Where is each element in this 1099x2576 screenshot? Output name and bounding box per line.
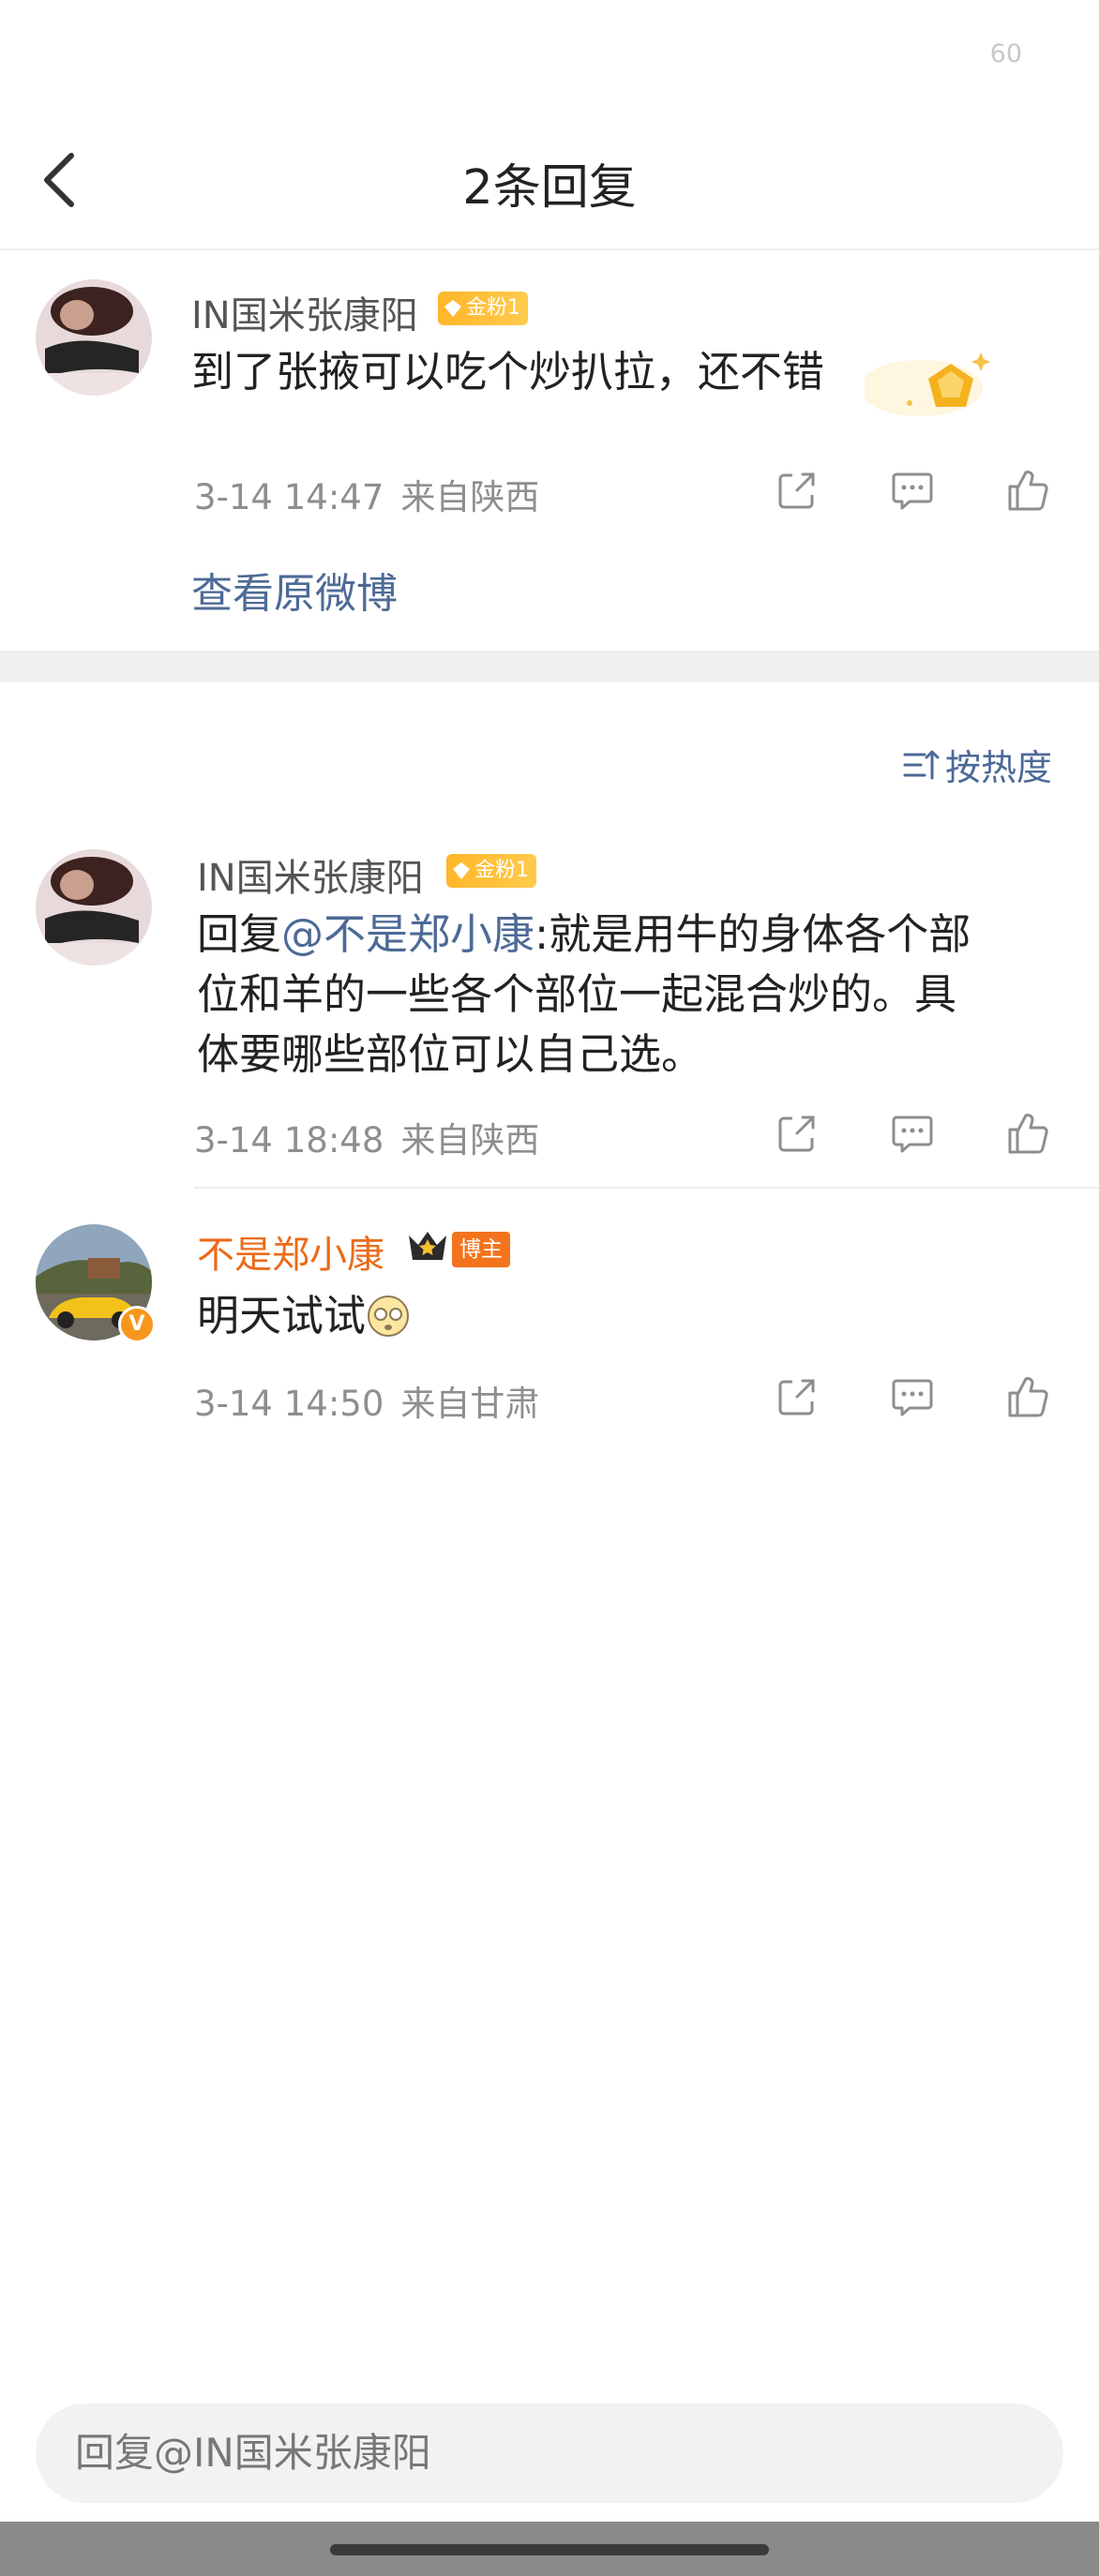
- comment-icon: [892, 1116, 933, 1153]
- reply-divider: [194, 1187, 1099, 1189]
- username[interactable]: 不是郑小康: [197, 1224, 384, 1279]
- comment-button[interactable]: [889, 1110, 936, 1157]
- share-button[interactable]: [774, 467, 820, 514]
- avatar-image: [36, 849, 152, 966]
- gem-icon: [453, 862, 470, 879]
- reply-location: 来自甘肃: [400, 1384, 540, 1424]
- sort-icon: [903, 750, 940, 779]
- home-indicator-bar: [0, 2522, 1099, 2576]
- fan-badge: 金粉1: [438, 292, 528, 325]
- username[interactable]: IN国米张康阳: [191, 285, 418, 339]
- reply-text-content: 明天试试: [197, 1291, 367, 1340]
- home-indicator[interactable]: [330, 2544, 769, 2555]
- page: 60 2条回复 IN国米张康阳 金粉1 到了张掖可以吃个炒扒拉，还不错 3-14…: [0, 0, 1099, 2576]
- thumbs-up-icon: [1008, 471, 1048, 511]
- sort-label: 按热度: [944, 747, 1052, 788]
- comment-meta: 3-14 14:47 来自陕西: [194, 469, 539, 519]
- fan-badge-label: 金粉1: [474, 859, 529, 882]
- status-number: 60: [989, 39, 1022, 68]
- share-icon: [778, 1116, 815, 1152]
- username[interactable]: IN国米张康阳: [197, 847, 424, 902]
- reply-text-line1: :就是用牛的身体各个部: [534, 909, 971, 959]
- sort-button[interactable]: 按热度: [902, 739, 1052, 790]
- gem-icon: [444, 300, 461, 317]
- crown-icon: [409, 1232, 446, 1260]
- reply-text: 明天试试: [197, 1286, 411, 1346]
- verified-badge: V: [118, 1306, 156, 1343]
- comment-icon: [892, 1379, 933, 1416]
- reply-input[interactable]: 回复@IN国米张康阳: [36, 2404, 1063, 2503]
- reply-text-line2: 位和羊的一些各个部位一起混合炒的。具: [197, 969, 957, 1019]
- comment-time: 3-14 14:47: [194, 477, 384, 517]
- comment-button[interactable]: [889, 467, 936, 514]
- yawn-emoji-icon: [368, 1295, 410, 1337]
- share-button[interactable]: [774, 1373, 820, 1420]
- share-icon: [778, 1379, 815, 1415]
- reply-text-line3: 体要哪些部位可以自己选。: [197, 1029, 704, 1079]
- comment-button[interactable]: [889, 1373, 936, 1420]
- section-divider: [0, 651, 1099, 682]
- thumbs-up-icon: [1008, 1114, 1048, 1154]
- comment-text: 到了张掖可以吃个炒扒拉，还不错: [191, 347, 825, 397]
- reply-time: 3-14 14:50: [194, 1384, 384, 1424]
- mention-link[interactable]: @不是郑小康: [281, 909, 534, 959]
- share-button[interactable]: [774, 1110, 820, 1157]
- like-button[interactable]: [1004, 1373, 1051, 1420]
- view-original-link[interactable]: 查看原微博: [191, 560, 398, 620]
- reply-location: 来自陕西: [400, 1120, 540, 1161]
- page-title: 2条回复: [462, 160, 637, 216]
- comment-location: 来自陕西: [400, 477, 540, 517]
- reply-meta: 3-14 18:48 来自陕西: [194, 1112, 539, 1162]
- avatar[interactable]: [36, 849, 152, 966]
- status-bar: 60: [0, 0, 1099, 112]
- like-button[interactable]: [1004, 1110, 1051, 1157]
- thumbs-up-icon: [1008, 1377, 1048, 1417]
- reply-text: 回复@不是郑小康:就是用牛的身体各个部 位和羊的一些各个部位一起混合炒的。具 体…: [197, 905, 1060, 1085]
- reply-time: 3-14 18:48: [194, 1120, 384, 1161]
- reply-meta: 3-14 14:50 来自甘肃: [194, 1375, 539, 1426]
- avatar[interactable]: [36, 279, 152, 396]
- fan-badge-label: 金粉1: [466, 296, 520, 320]
- reply-prefix: 回复: [197, 909, 282, 959]
- avatar-image: [36, 279, 152, 396]
- nav-bar: 2条回复: [0, 112, 1099, 250]
- sparkle-gem-icon: [865, 352, 990, 416]
- host-badge: 博主: [452, 1232, 510, 1267]
- fan-badge: 金粉1: [446, 854, 536, 888]
- like-button[interactable]: [1004, 467, 1051, 514]
- share-icon: [778, 472, 815, 509]
- comment-icon: [892, 472, 933, 510]
